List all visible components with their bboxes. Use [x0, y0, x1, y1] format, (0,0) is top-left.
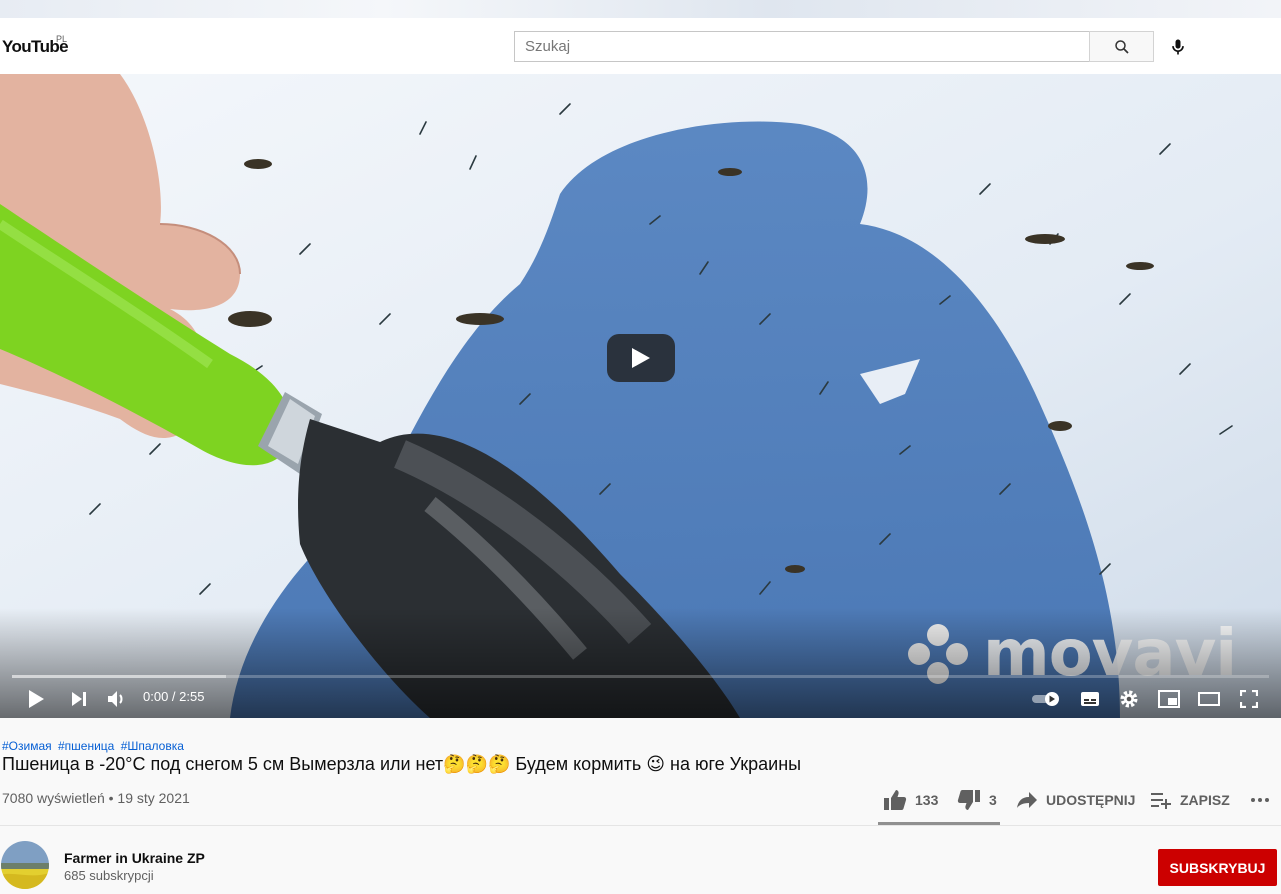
hashtag-link[interactable]: #пшеница — [58, 739, 114, 753]
divider — [0, 825, 1281, 826]
channel-name[interactable]: Farmer in Ukraine ZP — [64, 850, 205, 866]
channel-avatar[interactable] — [1, 841, 49, 889]
dislike-count: 3 — [989, 792, 997, 808]
subtitles-icon — [1081, 692, 1099, 706]
progress-loaded — [12, 675, 226, 678]
subscribe-button[interactable]: SUBSKRYBUJ — [1158, 849, 1277, 886]
next-button[interactable] — [65, 685, 93, 713]
video-player[interactable]: movavi 0:00 / 2:55 — [0, 74, 1281, 718]
volume-button[interactable] — [103, 685, 131, 713]
hashtag-link[interactable]: #Озимая — [2, 739, 52, 753]
browser-top-strip — [0, 0, 1281, 18]
more-horizontal-icon — [1251, 798, 1269, 802]
like-count: 133 — [915, 792, 939, 808]
miniplayer-button[interactable] — [1155, 685, 1183, 713]
autoplay-toggle-icon — [1032, 692, 1059, 706]
volume-icon — [108, 691, 123, 707]
settings-button[interactable] — [1115, 685, 1143, 713]
playlist-add-icon — [1151, 793, 1171, 809]
subtitles-button[interactable] — [1076, 685, 1104, 713]
save-button[interactable]: ZAPISZ — [1150, 784, 1230, 816]
hashtag-list: #Озимая #пшеница #Шпаловка — [2, 739, 187, 753]
share-icon — [1017, 792, 1037, 808]
video-title: Пшеница в -20°С под снегом 5 см Вымерзла… — [2, 754, 802, 774]
fullscreen-button[interactable] — [1235, 685, 1263, 713]
hashtag-link[interactable]: #Шпаловка — [121, 739, 184, 753]
theater-mode-button[interactable] — [1195, 685, 1223, 713]
country-code: PL — [56, 34, 68, 44]
time-display: 0:00 / 2:55 — [143, 689, 205, 704]
settings-icon — [1120, 690, 1138, 708]
dislike-button[interactable]: 3 — [957, 784, 997, 816]
fullscreen-icon — [1240, 690, 1258, 708]
play-icon — [29, 690, 44, 708]
autoplay-toggle[interactable] — [1029, 687, 1063, 711]
save-label: ZAPISZ — [1180, 792, 1230, 808]
play-button[interactable] — [22, 685, 50, 713]
more-actions-button[interactable] — [1250, 784, 1278, 816]
search-input[interactable] — [514, 31, 1090, 62]
search-icon — [1114, 39, 1129, 54]
miniplayer-icon — [1158, 690, 1180, 708]
like-button[interactable]: 133 — [883, 784, 938, 816]
play-icon — [632, 348, 650, 368]
large-play-button[interactable] — [607, 334, 675, 382]
voice-search-button[interactable] — [1162, 31, 1194, 63]
share-button[interactable]: UDOSTĘPNIJ — [1016, 784, 1135, 816]
share-label: UDOSTĘPNIJ — [1046, 792, 1136, 808]
progress-bar[interactable] — [12, 675, 1269, 678]
thumbs-down-icon — [957, 790, 980, 810]
avatar-image — [1, 841, 49, 889]
theater-icon — [1198, 692, 1220, 706]
subscriber-count: 685 subskrypcji — [64, 868, 154, 883]
masthead: YouTube PL — [0, 18, 1281, 74]
next-icon — [72, 692, 86, 706]
microphone-icon — [1172, 39, 1184, 55]
search-button[interactable] — [1089, 31, 1154, 62]
video-meta: 7080 wyświetleń • 19 sty 2021 — [2, 790, 190, 806]
thumbs-up-icon — [884, 790, 907, 810]
